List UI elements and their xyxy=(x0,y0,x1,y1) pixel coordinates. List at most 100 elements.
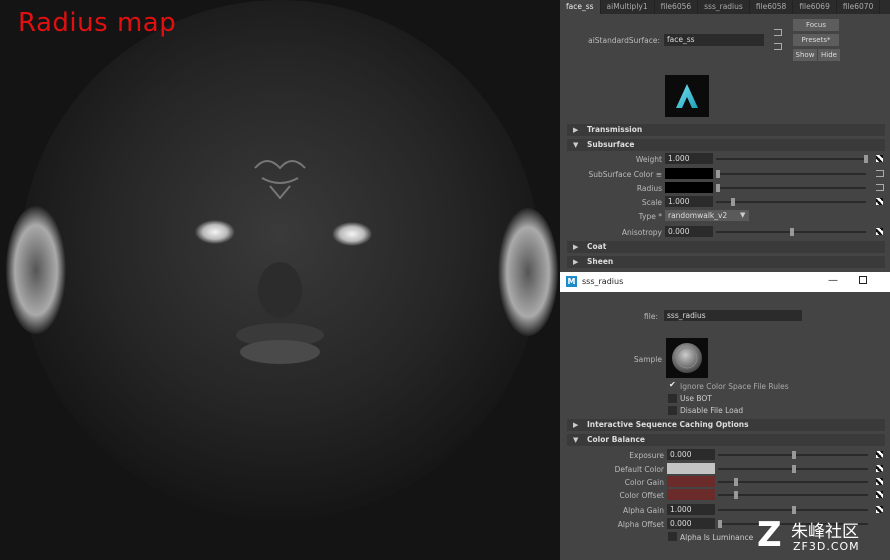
ignore-color-space-label: Ignore Color Space File Rules xyxy=(680,382,789,391)
chevron-down-icon: ▼ xyxy=(740,211,746,219)
exposure-slider-thumb[interactable] xyxy=(792,451,796,459)
use-bot-label: Use BOT xyxy=(680,394,712,403)
radius-slider-thumb[interactable] xyxy=(716,184,720,192)
alpha-is-luminance-checkbox[interactable] xyxy=(668,532,677,541)
alpha-offset-field[interactable]: 0.000 xyxy=(667,518,715,529)
radius-swatch[interactable] xyxy=(665,182,713,193)
subsurface-color-connection-icon[interactable] xyxy=(876,170,884,177)
color-gain-swatch[interactable] xyxy=(667,476,715,487)
node-name-field[interactable]: face_ss xyxy=(664,34,764,46)
section-color-balance[interactable]: ▼ Color Balance xyxy=(567,434,885,446)
tab-sss-radius[interactable]: sss_radius xyxy=(698,0,750,14)
window-title: sss_radius xyxy=(582,277,624,286)
input-connection-icon[interactable] xyxy=(774,29,782,36)
exposure-field[interactable]: 0.000 xyxy=(667,449,715,460)
disable-file-load-label: Disable File Load xyxy=(680,406,744,415)
scale-field[interactable]: 1.000 xyxy=(665,196,713,207)
subsurface-color-slider[interactable] xyxy=(716,173,866,175)
default-color-slider-thumb[interactable] xyxy=(792,465,796,473)
sample-swatch[interactable] xyxy=(666,338,708,378)
section-caching-options[interactable]: ▶ Interactive Sequence Caching Options xyxy=(567,419,885,431)
hide-button[interactable]: Hide xyxy=(818,49,840,61)
collapsed-arrow-icon: ▶ xyxy=(573,243,579,251)
maximize-icon[interactable] xyxy=(859,276,867,284)
radius-slider[interactable] xyxy=(716,187,866,189)
radius-map-face-image xyxy=(0,0,560,560)
tab-file6056[interactable]: file6056 xyxy=(655,0,699,14)
exposure-map-icon[interactable] xyxy=(876,451,883,458)
tab-file6058[interactable]: file6058 xyxy=(750,0,794,14)
section-label: Coat xyxy=(587,242,607,251)
weight-slider[interactable] xyxy=(716,158,866,160)
scale-label: Scale xyxy=(641,198,662,207)
file-label: file: xyxy=(644,312,658,321)
subsurface-color-swatch[interactable] xyxy=(665,168,713,179)
use-bot-checkbox[interactable] xyxy=(668,394,677,403)
scale-slider-thumb[interactable] xyxy=(731,198,735,206)
scale-map-icon[interactable] xyxy=(876,198,883,205)
collapsed-arrow-icon: ▶ xyxy=(573,258,579,266)
weight-slider-thumb[interactable] xyxy=(864,155,868,163)
radius-connection-icon[interactable] xyxy=(876,184,884,191)
tab-aimultiply1[interactable]: aiMultiply1 xyxy=(601,0,655,14)
watermark-url-text: ZF3D.COM xyxy=(793,540,860,553)
section-label: Sheen xyxy=(587,257,614,266)
output-connection-icon[interactable] xyxy=(774,43,782,50)
color-offset-label: Color Offset xyxy=(619,491,665,500)
viewport-title: Radius map xyxy=(18,8,177,38)
anisotropy-map-icon[interactable] xyxy=(876,228,883,235)
color-gain-map-icon[interactable] xyxy=(876,478,883,485)
type-dropdown[interactable]: randomwalk_v2 xyxy=(665,210,749,221)
tab-file6070[interactable]: file6070 xyxy=(837,0,881,14)
arnold-logo xyxy=(665,75,709,117)
tab-file6069[interactable]: file6069 xyxy=(793,0,837,14)
maya-logo-icon: M xyxy=(566,276,577,287)
type-label: Type * xyxy=(638,212,662,221)
collapsed-arrow-icon: ▶ xyxy=(573,421,579,429)
color-offset-map-icon[interactable] xyxy=(876,491,883,498)
color-gain-label: Color Gain xyxy=(624,478,664,487)
default-color-label: Default Color xyxy=(614,465,664,474)
window-titlebar[interactable]: M sss_radius — xyxy=(560,272,890,292)
focus-button[interactable]: Focus xyxy=(793,19,839,31)
default-color-map-icon[interactable] xyxy=(876,465,883,472)
file-path-field[interactable]: sss_radius xyxy=(664,310,802,321)
sample-label: Sample xyxy=(633,355,662,364)
section-transmission[interactable]: ▶ Transmission xyxy=(567,124,885,136)
section-label: Subsurface xyxy=(587,140,635,149)
scale-slider[interactable] xyxy=(716,201,866,203)
alpha-gain-slider-thumb[interactable] xyxy=(792,506,796,514)
anisotropy-label: Anisotropy xyxy=(621,228,662,237)
section-subsurface[interactable]: ▼ Subsurface xyxy=(567,139,885,151)
default-color-swatch[interactable] xyxy=(667,463,715,474)
show-button[interactable]: Show xyxy=(793,49,817,61)
minimize-icon[interactable]: — xyxy=(828,275,838,286)
section-label: Transmission xyxy=(587,125,643,134)
alpha-offset-slider-thumb[interactable] xyxy=(718,520,722,528)
tab-face-ss[interactable]: face_ss xyxy=(560,0,601,14)
color-offset-slider-thumb[interactable] xyxy=(734,491,738,499)
subsurface-color-slider-thumb[interactable] xyxy=(716,170,720,178)
radius-label: Radius xyxy=(636,184,662,193)
tab-bar: face_ss aiMultiply1 file6056 sss_radius … xyxy=(560,0,890,14)
section-label: Color Balance xyxy=(587,435,645,444)
color-gain-slider-thumb[interactable] xyxy=(734,478,738,486)
presets-button[interactable]: Presets* xyxy=(793,34,839,46)
weight-map-icon[interactable] xyxy=(876,155,883,162)
anisotropy-slider-thumb[interactable] xyxy=(790,228,794,236)
color-offset-slider[interactable] xyxy=(718,494,868,496)
disable-file-load-checkbox[interactable] xyxy=(668,406,677,415)
expanded-arrow-icon: ▼ xyxy=(573,141,579,149)
color-offset-swatch[interactable] xyxy=(667,489,715,500)
color-gain-slider[interactable] xyxy=(718,481,868,483)
alpha-gain-field[interactable]: 1.000 xyxy=(667,504,715,515)
viewport[interactable]: Radius map xyxy=(0,0,560,560)
section-sheen[interactable]: ▶ Sheen xyxy=(567,256,885,268)
section-coat[interactable]: ▶ Coat xyxy=(567,241,885,253)
anisotropy-field[interactable]: 0.000 xyxy=(665,226,713,237)
alpha-gain-map-icon[interactable] xyxy=(876,506,883,513)
zf3d-logo-icon: Z xyxy=(757,515,782,555)
weight-field[interactable]: 1.000 xyxy=(665,153,713,164)
section-label: Interactive Sequence Caching Options xyxy=(587,420,749,429)
ignore-color-space-checkbox[interactable]: ✔ xyxy=(668,380,677,391)
